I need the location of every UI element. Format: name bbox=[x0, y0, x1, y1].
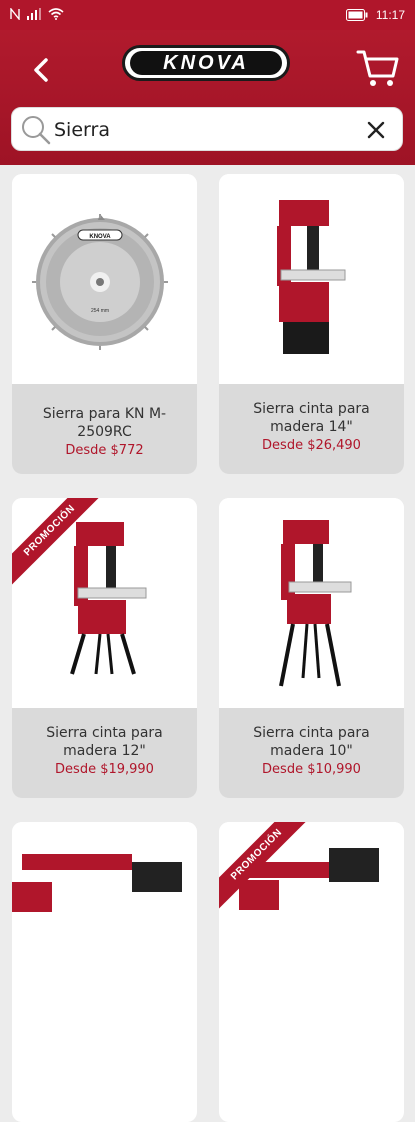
search-icon bbox=[22, 116, 51, 145]
svg-text:KNOVA: KNOVA bbox=[89, 234, 111, 240]
product-name: Sierra cinta para madera 10" bbox=[253, 725, 370, 759]
logo-wordmark: KNOVA bbox=[130, 51, 282, 75]
nfc-icon bbox=[10, 8, 20, 20]
product-image bbox=[12, 822, 197, 1032]
wifi-icon bbox=[48, 8, 64, 20]
product-card[interactable]: PROMOCIÓN Sierra cinta para madera 12" D… bbox=[12, 498, 197, 798]
product-image bbox=[219, 498, 404, 708]
metal-band-saw-image bbox=[12, 854, 182, 912]
product-card[interactable]: PROMOCIÓN bbox=[219, 822, 404, 1122]
search-bar bbox=[11, 107, 403, 151]
cart-button[interactable] bbox=[355, 44, 401, 90]
brand-logo: KNOVA bbox=[122, 45, 290, 81]
signal-icon bbox=[27, 8, 41, 20]
product-price: Desde $10,990 bbox=[262, 762, 361, 777]
product-card[interactable]: Sierra cinta para madera 10" Desde $10,9… bbox=[219, 498, 404, 798]
product-card[interactable]: Sierra cinta para madera 14" Desde $26,4… bbox=[219, 174, 404, 474]
band-saw-image bbox=[70, 522, 147, 675]
search-input[interactable] bbox=[54, 114, 354, 146]
product-name: Sierra cinta para madera 12" bbox=[46, 725, 163, 759]
product-name: Sierra para KN M-2509RC bbox=[42, 406, 167, 440]
status-time: 11:17 bbox=[375, 8, 405, 22]
product-price: Desde $772 bbox=[65, 443, 144, 458]
svg-text:254 mm: 254 mm bbox=[91, 308, 109, 314]
product-caption: Sierra para KN M-2509RC Desde $772 bbox=[12, 384, 197, 474]
product-price: Desde $26,490 bbox=[262, 438, 361, 453]
band-saw-image bbox=[279, 520, 352, 687]
chevron-left-icon bbox=[34, 58, 48, 82]
product-name: Sierra cinta para madera 14" bbox=[253, 401, 370, 435]
product-caption: Sierra cinta para madera 14" Desde $26,4… bbox=[219, 384, 404, 474]
close-icon[interactable] bbox=[366, 120, 386, 140]
status-icons-right: 11:17 bbox=[345, 8, 405, 22]
metal-band-saw-image bbox=[239, 848, 379, 910]
saw-blade-image: KNOVA 254 mm bbox=[32, 214, 168, 350]
back-button[interactable] bbox=[24, 52, 60, 88]
battery-icon bbox=[345, 9, 368, 21]
product-price: Desde $19,990 bbox=[55, 762, 154, 777]
product-caption: Sierra cinta para madera 12" Desde $19,9… bbox=[12, 708, 197, 798]
product-image bbox=[219, 822, 404, 1032]
product-image: KNOVA 254 mm bbox=[12, 174, 197, 384]
product-card[interactable]: KNOVA 254 mm Sierra para KN M-2509RC Des… bbox=[12, 174, 197, 474]
product-image bbox=[219, 174, 404, 384]
product-card[interactable] bbox=[12, 822, 197, 1122]
status-icons-left bbox=[10, 8, 64, 20]
status-bar: 11:17 bbox=[0, 0, 415, 30]
band-saw-image bbox=[277, 200, 346, 354]
app-header: KNOVA bbox=[0, 30, 415, 165]
product-caption: Sierra cinta para madera 10" Desde $10,9… bbox=[219, 708, 404, 798]
logo-text: KNOVA bbox=[163, 51, 249, 74]
product-image bbox=[12, 498, 197, 708]
cart-icon bbox=[356, 50, 399, 86]
